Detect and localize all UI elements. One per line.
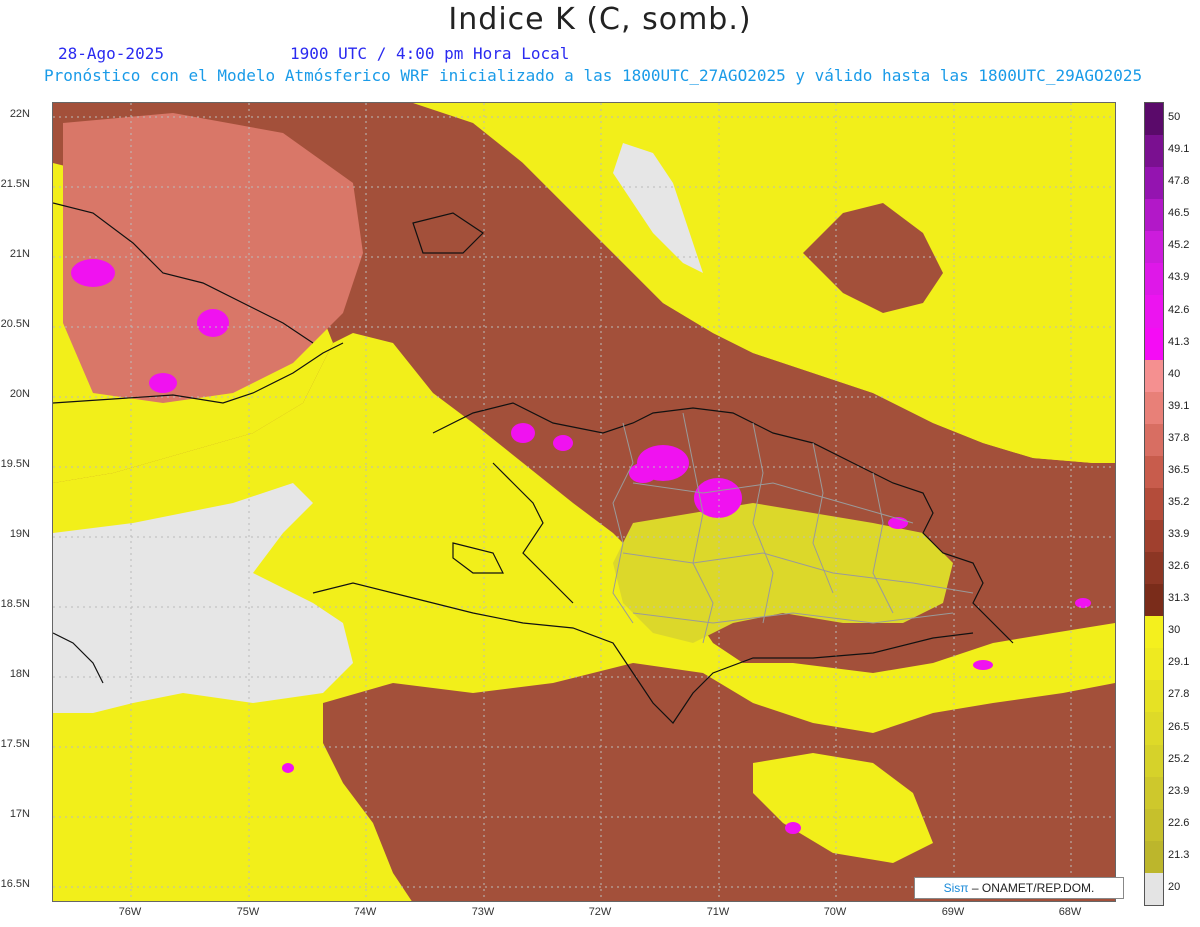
lat-label-20n: 20N: [9, 388, 30, 400]
colorbar-label: 32.6: [1168, 560, 1190, 573]
colorbar-segment: [1145, 776, 1163, 809]
lat-label-17-5n: 17.5N: [0, 738, 30, 750]
lon-label-71w: 71W: [706, 906, 730, 918]
colorbar-label: 27.8: [1168, 688, 1190, 701]
map-canvas: [53, 103, 1115, 901]
colorbar-label: 31.3: [1168, 592, 1190, 605]
forecast-description: Pronóstico con el Modelo Atmósferico WRF…: [44, 66, 1143, 85]
colorbar-label: 46.5: [1168, 207, 1190, 220]
colorbar-label: 37.8: [1168, 431, 1190, 444]
lat-label-19n: 19N: [9, 528, 30, 540]
credit-box: Sisπ – ONAMET/REP.DOM.: [914, 877, 1124, 899]
colorbar-label: 26.5: [1168, 720, 1190, 733]
lat-label-21n: 21N: [9, 248, 30, 260]
lat-label-20-5n: 20.5N: [0, 318, 30, 330]
colorbar-label: 23.9: [1168, 784, 1190, 797]
colorbar-label: 20: [1168, 880, 1181, 893]
lon-label-72w: 72W: [588, 906, 612, 918]
colorbar-segment: [1145, 231, 1163, 264]
lon-label-76w: 76W: [118, 906, 142, 918]
lat-label-17n: 17N: [9, 808, 30, 820]
colorbar-segment: [1145, 199, 1163, 232]
colorbar-segment: [1145, 455, 1163, 488]
colorbar-segment: [1145, 680, 1163, 713]
colorbar-label: 35.2: [1168, 496, 1190, 508]
lon-label-69w: 69W: [941, 906, 965, 918]
lat-label-22n: 22N: [9, 108, 30, 120]
colorbar: [1144, 102, 1164, 906]
colorbar-segment: [1145, 167, 1163, 200]
lat-label-18n: 18N: [9, 668, 30, 680]
k-index-map: [52, 102, 1116, 902]
colorbar-label: 33.9: [1168, 528, 1190, 541]
colorbar-label: 45.2: [1168, 239, 1190, 252]
colorbar-segment: [1145, 872, 1163, 905]
colorbar-segment: [1145, 616, 1163, 649]
colorbar-segment: [1145, 103, 1163, 136]
colorbar-segment: [1145, 135, 1163, 168]
colorbar-segment: [1145, 648, 1163, 681]
colorbar-segment: [1145, 359, 1163, 392]
forecast-time: 1900 UTC / 4:00 pm Hora Local: [290, 44, 570, 63]
forecast-date: 28-Ago-2025: [58, 44, 164, 63]
lon-label-68w: 68W: [1058, 906, 1082, 918]
colorbar-label: 36.5: [1168, 463, 1190, 476]
colorbar-segment: [1145, 552, 1163, 585]
colorbar-segment: [1145, 391, 1163, 424]
colorbar-label: 50: [1168, 111, 1181, 124]
colorbar-label: 41.3: [1168, 335, 1190, 348]
colorbar-segment: [1145, 487, 1163, 521]
lon-label-74w: 74W: [353, 906, 377, 918]
colorbar-label: 30: [1168, 624, 1181, 637]
colorbar-label: 43.9: [1168, 271, 1190, 284]
lat-label-19-5n: 19.5N: [0, 458, 30, 470]
colorbar-segment: [1145, 584, 1163, 617]
map-title: Indice K (C, somb.): [448, 2, 752, 37]
credit-text: – ONAMET/REP.DOM.: [968, 881, 1095, 895]
colorbar-segment: [1145, 808, 1163, 841]
colorbar-label: 42.6: [1168, 303, 1190, 316]
lat-label-21-5n: 21.5N: [0, 178, 30, 190]
colorbar-label: 29.1: [1168, 656, 1190, 669]
lon-label-70w: 70W: [823, 906, 847, 918]
lon-label-75w: 75W: [236, 906, 260, 918]
colorbar-label: 49.1: [1168, 143, 1190, 156]
colorbar-segment: [1145, 712, 1163, 745]
lat-label-18-5n: 18.5N: [0, 598, 30, 610]
colorbar-label: 25.2: [1168, 752, 1190, 765]
lon-label-73w: 73W: [471, 906, 495, 918]
colorbar-label: 40: [1168, 367, 1181, 380]
colorbar-segment: [1145, 744, 1163, 777]
lat-label-16-5n: 16.5N: [0, 878, 30, 890]
colorbar-segment: [1145, 840, 1163, 873]
colorbar-label: 47.8: [1168, 175, 1190, 188]
credit-brand: Sisπ: [943, 881, 969, 895]
colorbar-segment: [1145, 295, 1163, 328]
colorbar-segment: [1145, 327, 1163, 360]
colorbar-label: 22.6: [1168, 816, 1190, 829]
colorbar-label: 21.3: [1168, 848, 1190, 861]
colorbar-segment: [1145, 520, 1163, 553]
colorbar-segment: [1145, 423, 1163, 456]
colorbar-label: 39.1: [1168, 399, 1190, 412]
colorbar-segment: [1145, 263, 1163, 296]
